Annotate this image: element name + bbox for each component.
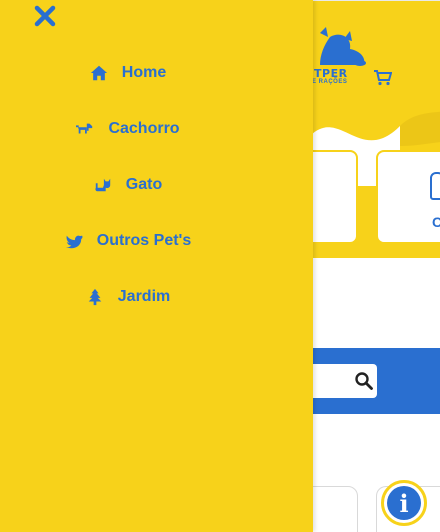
category-card-label: C [432,214,440,230]
close-icon[interactable] [33,4,57,28]
menu-item-cat[interactable]: Gato [0,169,256,201]
menu-item-other-pets[interactable]: Outros Pet's [0,225,256,257]
menu-item-label: Outros Pet's [96,232,192,249]
info-icon: i [387,486,421,520]
menu-item-garden[interactable]: Jardim [0,281,256,313]
menu-item-home[interactable]: Home [0,57,256,89]
menu-item-label: Jardim [117,288,171,305]
cart-icon[interactable] [374,70,392,86]
bird-icon [65,235,83,249]
help-button[interactable]: i [381,480,427,526]
logo-subtitle: E RAÇÕES [312,79,348,85]
cat-icon [95,178,110,192]
dog-icon [76,123,93,134]
menu-item-label: Home [121,64,167,81]
menu-item-label: Cachorro [108,120,180,137]
side-menu: Home Cachorro Gato Outros Pet's Jardim [0,0,313,532]
menu-item-label: Gato [125,176,163,193]
pet-food-icon [430,172,440,200]
category-card[interactable]: C [376,150,440,244]
search-icon[interactable] [355,372,373,390]
tree-icon [88,288,102,306]
menu-item-dog[interactable]: Cachorro [0,113,256,145]
home-icon [90,65,107,81]
